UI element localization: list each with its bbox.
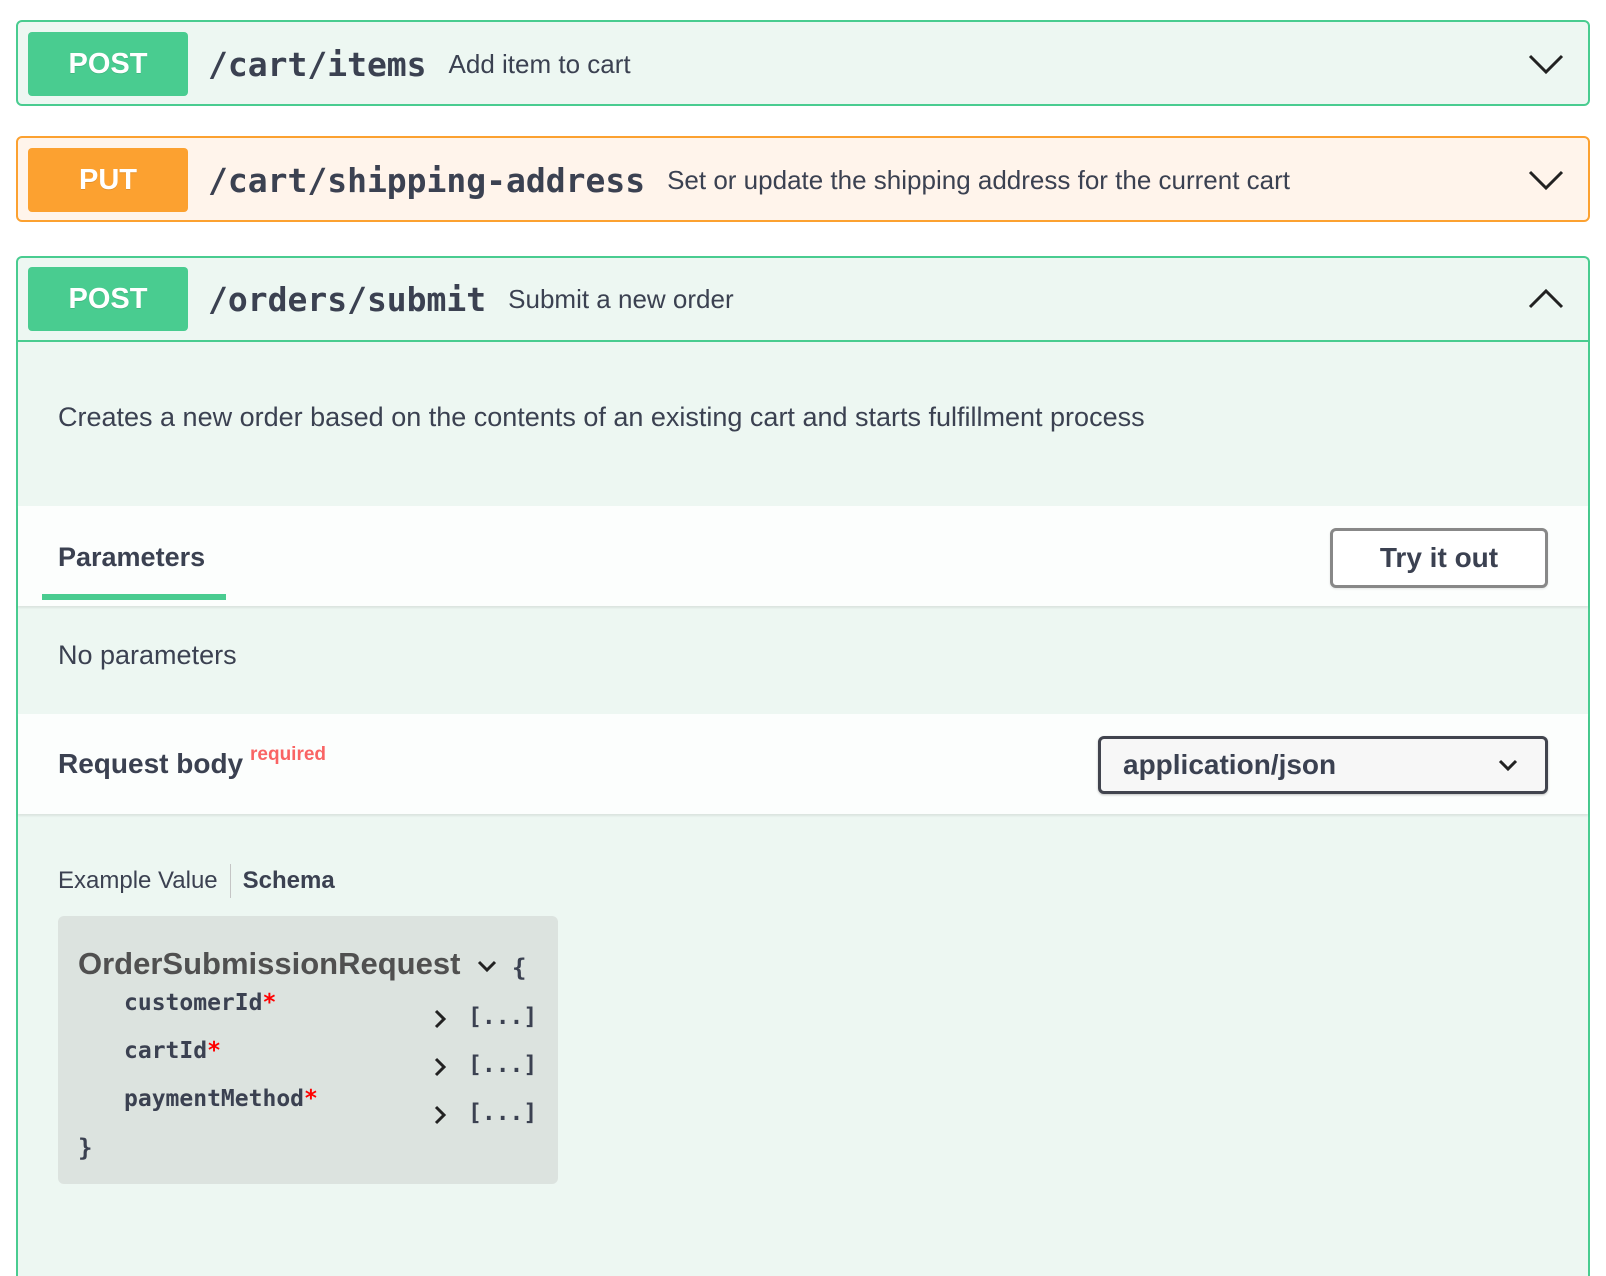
property-name: customerId bbox=[124, 990, 263, 1016]
method-badge: POST bbox=[28, 267, 188, 331]
schema-property: customerId* bbox=[124, 990, 276, 1016]
endpoint-summary: Set or update the shipping address for t… bbox=[667, 164, 1291, 195]
required-asterisk: * bbox=[304, 1086, 318, 1112]
opblock-post-cart-items: POST /cart/items Add item to cart bbox=[16, 20, 1590, 106]
model-name[interactable]: OrderSubmissionRequest bbox=[78, 946, 460, 982]
try-it-out-button[interactable]: Try it out bbox=[1330, 528, 1548, 588]
property-value[interactable]: [...] bbox=[468, 1100, 537, 1126]
operation-description: Creates a new order based on the content… bbox=[58, 402, 1145, 432]
content-type-select[interactable]: application/json bbox=[1098, 736, 1548, 794]
endpoint-path[interactable]: /cart/shipping-address bbox=[208, 161, 645, 200]
property-name: cartId bbox=[124, 1038, 208, 1064]
opblock-put-cart-shipping-address: PUT /cart/shipping-address Set or update… bbox=[16, 136, 1590, 222]
opblock-summary[interactable]: PUT /cart/shipping-address Set or update… bbox=[18, 138, 1588, 222]
property-value[interactable]: [...] bbox=[468, 1004, 537, 1030]
tab-active-indicator bbox=[42, 594, 226, 600]
chevron-right-icon[interactable] bbox=[432, 1008, 448, 1030]
chevron-down-icon[interactable] bbox=[1526, 50, 1566, 78]
chevron-up-icon[interactable] bbox=[1526, 285, 1566, 313]
tab-example-value[interactable]: Example Value bbox=[58, 867, 230, 895]
content-type-value: application/json bbox=[1123, 749, 1337, 780]
request-body-title: Request body bbox=[58, 748, 244, 779]
property-value[interactable]: [...] bbox=[468, 1052, 537, 1078]
method-badge: POST bbox=[28, 32, 188, 96]
opblock-summary[interactable]: POST /cart/items Add item to cart bbox=[18, 22, 1588, 106]
chevron-right-icon[interactable] bbox=[432, 1056, 448, 1078]
endpoint-summary: Add item to cart bbox=[448, 48, 631, 79]
required-asterisk: * bbox=[207, 1038, 221, 1064]
tab-schema[interactable]: Schema bbox=[231, 867, 335, 895]
endpoint-path[interactable]: /orders/submit bbox=[208, 280, 486, 319]
chevron-down-icon[interactable] bbox=[1526, 166, 1566, 194]
required-asterisk: * bbox=[262, 990, 277, 1016]
chevron-down-icon[interactable] bbox=[476, 958, 498, 974]
opblock-post-orders-submit: POST /orders/submit Submit a new order C… bbox=[16, 256, 1590, 1276]
open-brace: { bbox=[512, 954, 527, 982]
tab-parameters[interactable]: Parameters bbox=[58, 542, 205, 573]
close-brace: } bbox=[78, 1134, 93, 1162]
property-name: paymentMethod bbox=[124, 1086, 305, 1112]
schema-property: cartId* bbox=[124, 1038, 221, 1064]
request-body-header: Request body required application/json bbox=[18, 714, 1588, 814]
endpoint-summary: Submit a new order bbox=[508, 283, 734, 314]
required-label: required bbox=[250, 744, 327, 765]
parameters-header: Parameters Try it out bbox=[18, 506, 1588, 606]
chevron-right-icon[interactable] bbox=[432, 1104, 448, 1126]
schema-property: paymentMethod* bbox=[124, 1086, 318, 1112]
endpoint-path[interactable]: /cart/items bbox=[208, 45, 427, 84]
chevron-down-icon bbox=[1498, 759, 1518, 772]
schema-model-box: OrderSubmissionRequest { customerId* [..… bbox=[58, 916, 558, 1184]
opblock-summary[interactable]: POST /orders/submit Submit a new order bbox=[18, 258, 1588, 342]
model-tabs: Example Value Schema bbox=[58, 864, 335, 898]
no-parameters-text: No parameters bbox=[58, 640, 237, 670]
method-badge: PUT bbox=[28, 148, 188, 212]
